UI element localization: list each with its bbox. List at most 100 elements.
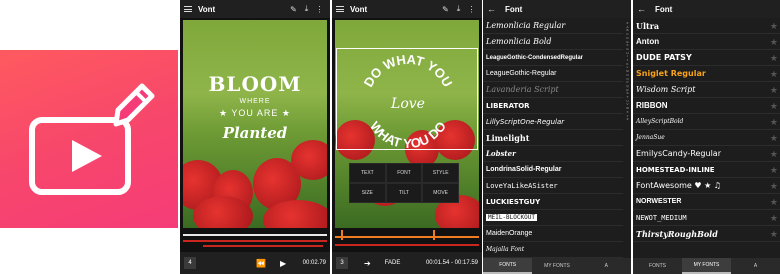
video-preview[interactable]: BLOOM WHERE ★ YOU ARE ★ Planted (183, 20, 327, 228)
font-row[interactable]: FontAwesome ♥ ★ ♫ ★ (633, 178, 780, 194)
font-row[interactable]: LIBERATOR (483, 98, 623, 114)
font-row[interactable]: LeagueGothic-Regular (483, 66, 623, 82)
hamburger-icon[interactable] (184, 6, 192, 12)
screen-title: Font (655, 4, 673, 14)
font-row[interactable]: NORWESTER ★ (633, 194, 780, 210)
font-row[interactable]: Sniglet Regular ★ (633, 66, 780, 82)
menu-move[interactable]: MOVE (422, 183, 459, 203)
font-row[interactable]: LillyScriptOne-Regular (483, 114, 623, 130)
font-row[interactable]: Lavanderia Script (483, 82, 623, 98)
star-icon[interactable]: ★ (770, 181, 778, 192)
pencil-icon[interactable]: ✎ (439, 5, 452, 14)
font-row[interactable]: ThirstyRoughBold ★ (633, 226, 780, 242)
app-title: Vont (350, 4, 368, 14)
arrow-forward-icon[interactable]: ➔ (364, 259, 371, 268)
star-icon[interactable]: ★ (770, 165, 778, 176)
font-row[interactable]: MEIL-BLOCKOUT (483, 210, 623, 226)
tab-my-fonts[interactable]: MY FONTS (682, 258, 731, 274)
more-vert-icon[interactable]: ⋮ (313, 5, 326, 14)
font-row[interactable]: Ultra ★ (633, 18, 780, 34)
font-row[interactable]: RIBBON ★ (633, 98, 780, 114)
font-row[interactable]: NEWOT_MEDIUM ★ (633, 210, 780, 226)
tab-alpha[interactable]: A (582, 258, 631, 274)
menu-text[interactable]: TEXT (349, 163, 386, 183)
font-row[interactable]: DUDE PATSY ★ (633, 50, 780, 66)
hamburger-icon[interactable] (336, 6, 344, 12)
star-icon[interactable]: ★ (770, 101, 778, 112)
font-row[interactable]: LoveYaLikeASister (483, 178, 623, 194)
menu-style[interactable]: STYLE (422, 163, 459, 183)
font-row[interactable]: Anton ★ (633, 34, 780, 50)
font-name: Anton (636, 37, 660, 46)
download-icon[interactable]: ⤓ (300, 4, 313, 14)
timeline-clip[interactable] (335, 244, 479, 246)
star-icon[interactable]: ★ (770, 133, 778, 144)
font-name: Lobster (486, 149, 516, 158)
font-row[interactable]: JennaSue ★ (633, 130, 780, 146)
font-name: LillyScriptOne-Regular (486, 117, 565, 126)
timeline[interactable] (335, 230, 479, 252)
play-icon[interactable]: ▶ (280, 259, 286, 268)
tab-my-fonts[interactable]: MY FONTS (532, 258, 581, 274)
star-icon[interactable]: ★ (770, 229, 778, 240)
font-name: LondrinaSolid-Regular (486, 166, 562, 173)
alphabet-index[interactable]: # A B C D E F G H I J K L M N O P Q R S … (624, 21, 631, 122)
overlay-text-line1: BLOOM (208, 72, 302, 96)
tab-fonts[interactable]: FONTS (633, 258, 682, 274)
trim-handle-end[interactable] (433, 230, 435, 240)
app-icon (0, 50, 178, 228)
font-row[interactable]: Majalla Font (483, 242, 623, 258)
font-list: Lemonlicia Regular Lemonlicia Bold LeagueG… (483, 18, 623, 258)
star-icon[interactable]: ★ (770, 37, 778, 48)
clip-counter[interactable]: 4 (184, 257, 196, 269)
timeline-track[interactable] (183, 234, 327, 236)
font-row[interactable]: LondrinaSolid-Regular (483, 162, 623, 178)
arc-text-top: DO WHAT YOU (361, 52, 456, 90)
arrow-back-icon[interactable]: ← (637, 4, 647, 14)
font-row[interactable]: Lemonlicia Regular (483, 18, 623, 34)
font-name: Lemonlicia Regular (486, 21, 566, 30)
playback-bar: 3 ➔ FADE 00:01.54 - 00:17.59 (332, 252, 482, 274)
font-row[interactable]: Wisdom Script ★ (633, 82, 780, 98)
timeline-clip[interactable] (183, 240, 327, 242)
time-display: 00:02.79 (302, 260, 326, 266)
timeline-track[interactable] (335, 236, 479, 238)
font-row[interactable]: Limelight (483, 130, 623, 146)
tab-fonts[interactable]: FONTS (483, 258, 533, 274)
timeline[interactable] (183, 230, 327, 252)
font-row[interactable]: MaidenOrange (483, 226, 623, 242)
font-row[interactable]: LeagueGothic-CondensedRegular (483, 50, 623, 66)
font-name: Ultra (636, 20, 660, 31)
rewind-icon[interactable]: ⏪ (256, 259, 266, 268)
font-row[interactable]: Lobster (483, 146, 623, 162)
font-row[interactable]: EmilysCandy-Regular ★ (633, 146, 780, 162)
download-icon[interactable]: ⤓ (452, 4, 465, 14)
star-icon[interactable]: ★ (770, 21, 778, 32)
trim-handle-start[interactable] (341, 230, 343, 240)
font-row[interactable]: HOMESTEAD-INLINE ★ (633, 162, 780, 178)
menu-font[interactable]: FONT (385, 163, 423, 183)
tulip-flower (291, 140, 327, 180)
star-icon[interactable]: ★ (770, 69, 778, 80)
star-icon[interactable]: ★ (770, 197, 778, 208)
font-row[interactable]: LUCKIESTGUY (483, 194, 623, 210)
star-icon[interactable]: ★ (770, 117, 778, 128)
star-icon[interactable]: ★ (770, 213, 778, 224)
star-icon[interactable]: ★ (770, 149, 778, 160)
arrow-back-icon[interactable]: ← (487, 4, 497, 14)
pencil-icon[interactable]: ✎ (287, 5, 300, 14)
fade-label[interactable]: FADE (385, 260, 401, 266)
font-row[interactable]: AlleyScriptBold ★ (633, 114, 780, 130)
star-icon[interactable]: ★ (770, 53, 778, 64)
clip-counter[interactable]: 3 (336, 257, 348, 269)
more-vert-icon[interactable]: ⋮ (465, 5, 478, 14)
menu-tilt[interactable]: TILT (385, 183, 423, 203)
star-icon[interactable]: ★ (770, 85, 778, 96)
text-selection-box[interactable]: DO WHAT YOU WHAT YOU DO Love (336, 48, 478, 151)
tab-alpha[interactable]: A (731, 258, 780, 274)
timeline-clip[interactable] (203, 245, 323, 247)
font-tabs: FONTS MY FONTS A (633, 258, 780, 274)
menu-size[interactable]: SIZE (349, 183, 386, 203)
font-name: Wisdom Script (636, 85, 696, 94)
font-row[interactable]: Lemonlicia Bold (483, 34, 623, 50)
